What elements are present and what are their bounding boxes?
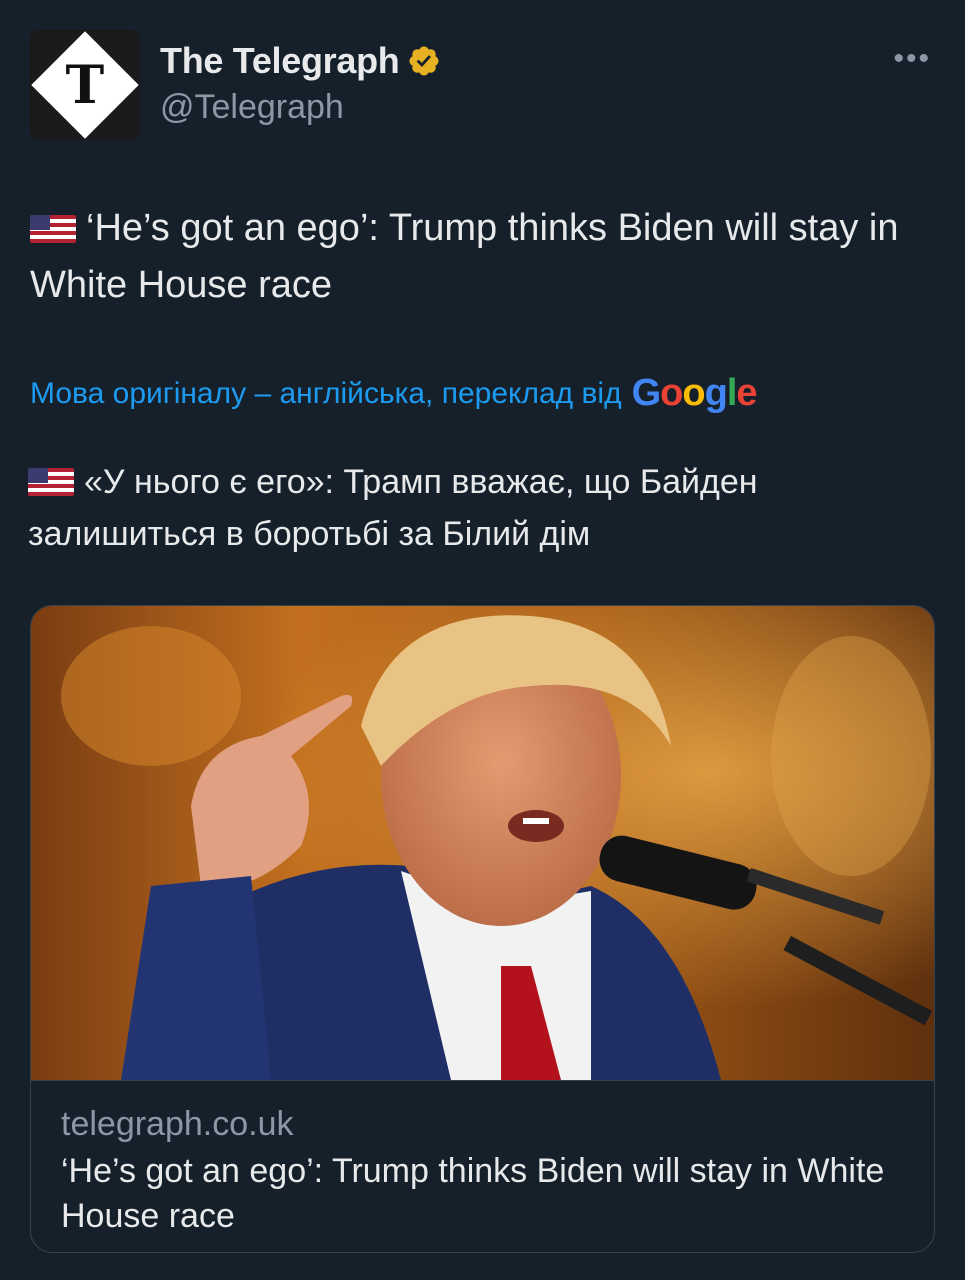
display-name[interactable]: The Telegraph [160,40,400,82]
translated-text-content: «У нього є его»: Трамп вважає, що Байден… [28,463,758,553]
us-flag-icon [28,468,74,496]
google-logo: Google [631,372,758,414]
translation-note-label: Мова оригіналу – англійська, переклад ві… [30,376,622,410]
card-image[interactable] [31,606,934,1080]
avatar[interactable]: T [30,30,140,140]
user-handle[interactable]: @Telegraph [160,88,344,127]
translation-note[interactable]: Мова оригіналу – англійська, переклад ві… [30,372,758,415]
us-flag-icon [30,215,76,243]
logo-letter: T [65,54,105,116]
card-title: ‘He’s got an ego’: Trump thinks Biden wi… [61,1152,885,1235]
telegraph-logo: T [31,31,139,139]
more-options-icon[interactable]: ••• [893,44,931,74]
author-name-row: The Telegraph [160,40,441,82]
tweet-text-content: ‘He’s got an ego’: Trump thinks Biden wi… [30,207,899,306]
card-domain: telegraph.co.uk [61,1105,294,1143]
tweet-text: ‘He’s got an ego’: Trump thinks Biden wi… [30,200,935,314]
card-footer[interactable]: telegraph.co.uk ‘He’s got an ego’: Trump… [31,1080,934,1252]
link-card[interactable]: telegraph.co.uk ‘He’s got an ego’: Trump… [30,605,935,1253]
verified-badge-icon [409,46,440,76]
tweet-header: T The Telegraph @Telegraph ••• [30,30,935,140]
translated-text: «У нього є его»: Трамп вважає, що Байден… [28,456,933,560]
